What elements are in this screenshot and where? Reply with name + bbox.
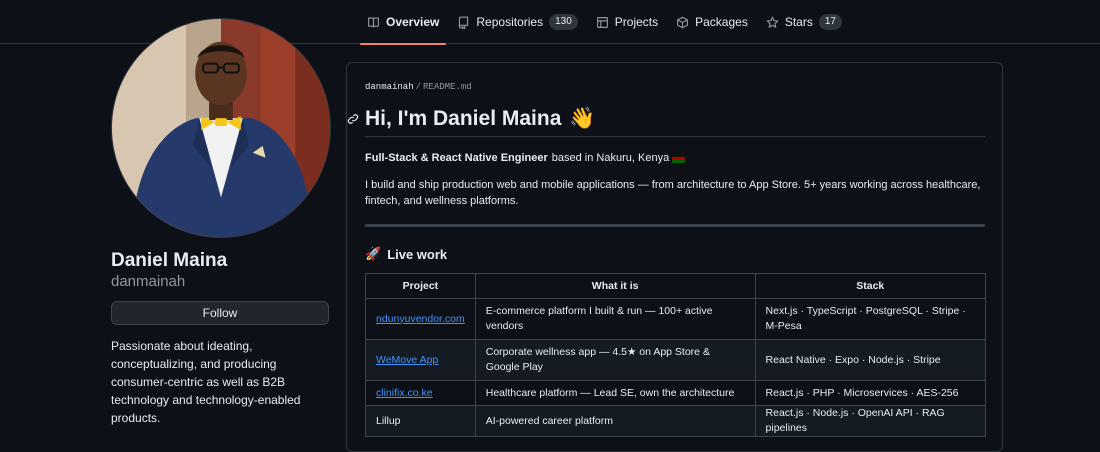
- avatar-photo: [112, 19, 330, 237]
- repositories-counter: 130: [549, 14, 578, 30]
- profile-name: Daniel Maina: [111, 250, 228, 271]
- avatar[interactable]: [111, 18, 331, 238]
- column-header: Project: [365, 273, 476, 299]
- kenya-flag-icon: [672, 153, 686, 163]
- project-link[interactable]: WeMove App: [376, 354, 438, 366]
- readme-breadcrumb: danmainah / README.md: [365, 82, 472, 92]
- readme-heading: Hi, I'm Daniel Maina 👋: [365, 107, 596, 131]
- tab-label: Projects: [614, 15, 659, 29]
- section-divider: [365, 224, 985, 227]
- description-cell: Healthcare platform — Lead SE, own the a…: [474, 380, 756, 406]
- readme-role: Full-Stack & React Native Engineer: [365, 152, 548, 164]
- tab-label: Stars: [784, 15, 813, 29]
- readme-role-line: Full-Stack & React Native Engineer based…: [365, 152, 686, 164]
- tab-label: Overview: [386, 15, 440, 29]
- live-work-heading: 🚀 Live work: [365, 246, 447, 262]
- table-header-row: Project What it is Stack: [365, 273, 987, 299]
- readme-file-name[interactable]: README.md: [423, 82, 472, 92]
- tab-overview[interactable]: Overview: [358, 0, 448, 45]
- stack-cell: React.js · PHP · Microservices · AES-256: [754, 380, 987, 406]
- column-header: What it is: [474, 273, 756, 299]
- profile-tabs: Overview Repositories 130 Projects Packa…: [358, 0, 851, 45]
- project-cell: Lillup: [365, 405, 476, 437]
- live-work-table: Project What it is Stack ndunyuvendor.co…: [365, 273, 987, 437]
- package-icon: [677, 16, 689, 28]
- description-cell: AI-powered career platform: [474, 405, 756, 437]
- stars-counter: 17: [818, 14, 842, 30]
- tab-stars[interactable]: Stars 17: [757, 0, 851, 44]
- table-row: WeMove App Corporate wellness app — 4.5★…: [365, 339, 987, 381]
- star-icon: [766, 15, 779, 28]
- book-icon: [368, 16, 379, 27]
- link-icon[interactable]: [347, 112, 359, 124]
- tab-label: Repositories: [476, 15, 544, 29]
- project-link[interactable]: clinifix.co.ke: [376, 387, 433, 399]
- stack-cell: React.js · Node.js · OpenAI API · RAG pi…: [754, 405, 987, 437]
- stack-cell: Next.js · TypeScript · PostgreSQL · Stri…: [754, 298, 987, 340]
- readme-card: danmainah / README.md Hi, I'm Daniel Maina…: [346, 62, 1003, 452]
- tab-projects[interactable]: Projects: [587, 0, 667, 44]
- project-link[interactable]: ndunyuvendor.com: [376, 313, 465, 325]
- readme-title: Hi, I'm Daniel Maina: [365, 107, 562, 130]
- table-icon: [596, 16, 608, 28]
- readme-owner-link[interactable]: danmainah: [365, 82, 414, 92]
- breadcrumb-separator: /: [415, 82, 422, 92]
- profile-bio: Passionate about ideating, conceptualizi…: [111, 339, 301, 425]
- tab-label: Packages: [695, 15, 748, 29]
- stack-cell: React Native · Expo · Node.js · Stripe: [754, 339, 987, 381]
- project-cell: clinifix.co.ke: [365, 380, 476, 406]
- project-cell: WeMove App: [365, 339, 476, 381]
- repo-icon: [459, 16, 469, 29]
- section-title: Live work: [387, 246, 448, 262]
- tab-packages[interactable]: Packages: [667, 0, 757, 44]
- table-row: ndunyuvendor.com E-commerce platform I b…: [365, 298, 987, 340]
- description-cell: E-commerce platform I built & run — 100+…: [474, 298, 756, 340]
- follow-button[interactable]: Follow: [111, 301, 329, 325]
- tab-repositories[interactable]: Repositories 130: [448, 0, 586, 44]
- table-row: clinifix.co.ke Healthcare platform — Lea…: [365, 380, 987, 406]
- description-cell: Corporate wellness app — 4.5★ on App Sto…: [474, 339, 756, 381]
- waving-hand-icon: 👋: [569, 107, 596, 130]
- readme-intro: I build and ship production web and mobi…: [365, 179, 981, 207]
- rocket-icon: 🚀: [365, 246, 382, 261]
- project-cell: ndunyuvendor.com: [365, 298, 476, 340]
- heading-divider: [365, 136, 985, 137]
- column-header: Stack: [754, 273, 987, 299]
- profile-username: danmainah: [111, 273, 186, 290]
- table-row: Lillup AI-powered career platform React.…: [365, 405, 987, 437]
- readme-location: based in Nakuru, Kenya: [551, 152, 670, 164]
